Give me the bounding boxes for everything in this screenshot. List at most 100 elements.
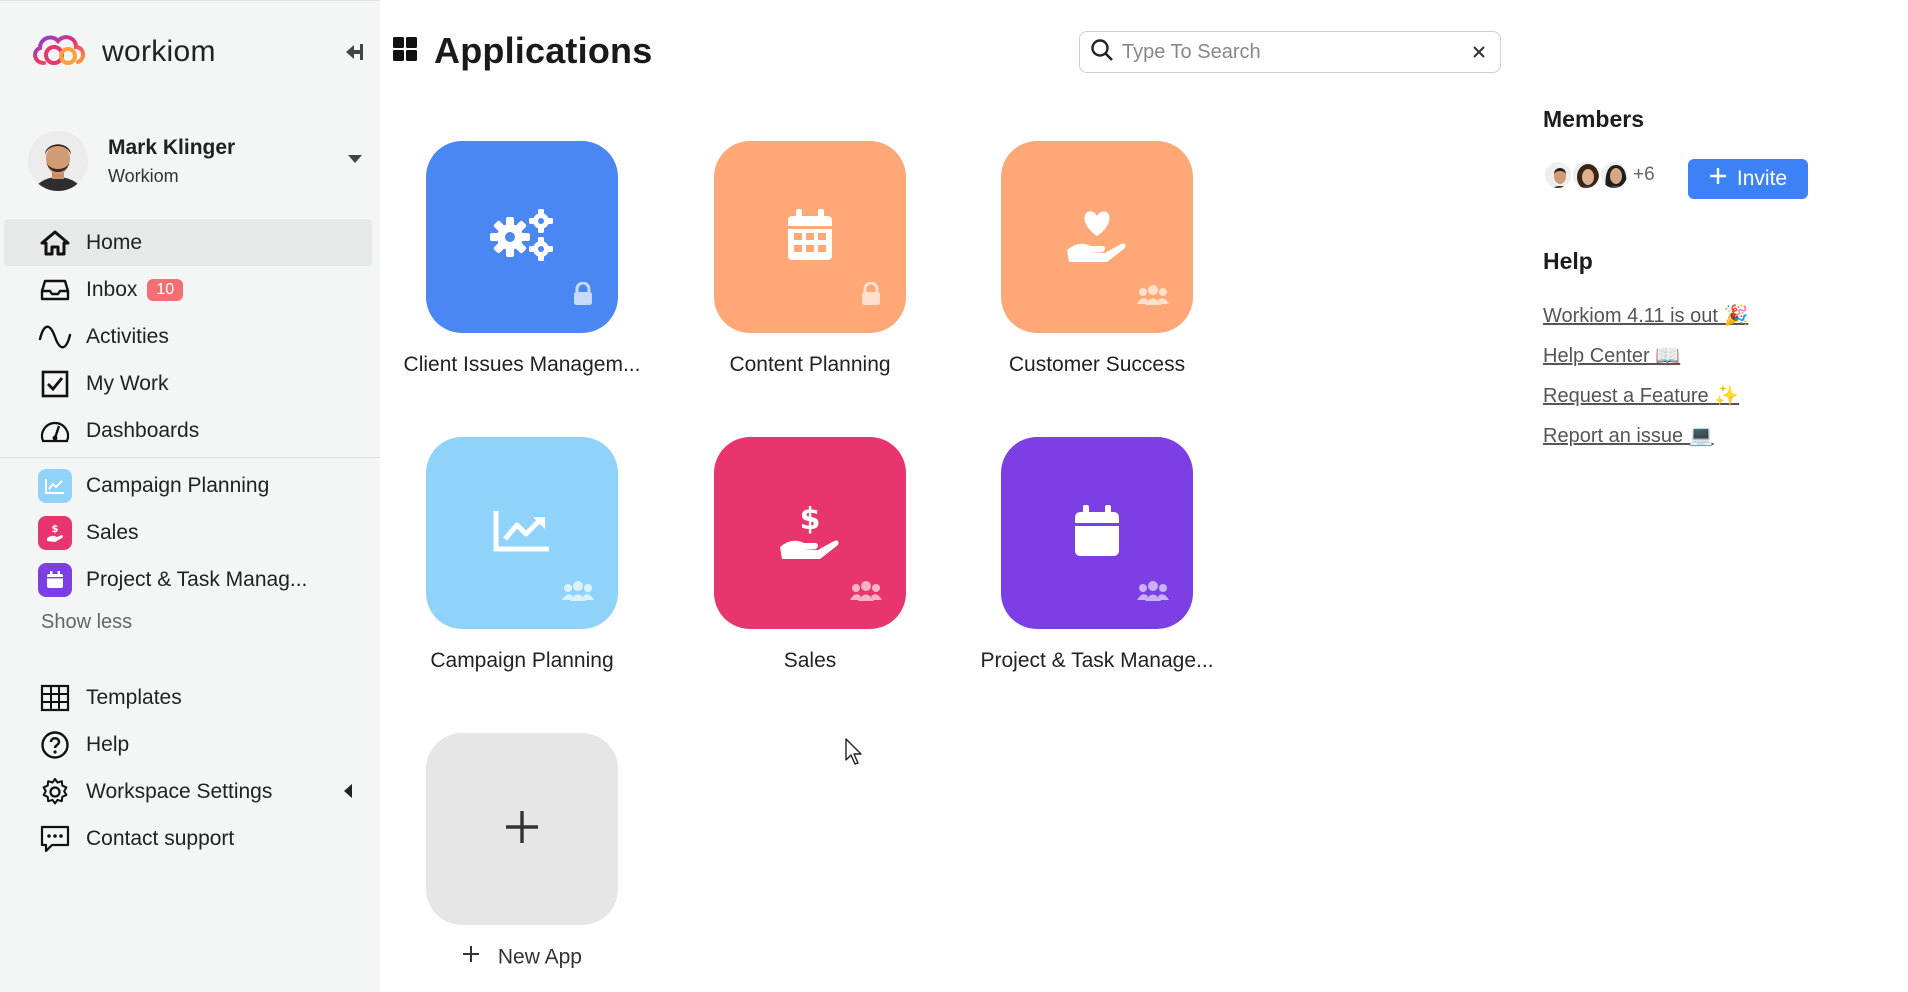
- users-icon: [1137, 284, 1169, 311]
- sidebar-item-campaign-planning[interactable]: Campaign Planning: [4, 462, 372, 509]
- sidebar-apps: Campaign Planning $ Sales Project & Task…: [4, 462, 372, 603]
- users-icon: [850, 580, 882, 607]
- sidebar-item-help[interactable]: Help: [4, 721, 372, 768]
- chat-icon: [38, 822, 72, 856]
- user-org: Workiom: [108, 165, 179, 186]
- brand[interactable]: workiom: [30, 29, 216, 74]
- sidebar-item-home[interactable]: Home: [4, 219, 372, 266]
- chevron-down-icon[interactable]: [348, 155, 362, 163]
- secondary-nav: Templates Help Workspace Settings Contac…: [4, 674, 372, 862]
- app-tile-client-issues[interactable]: Client Issues Managem...: [402, 141, 642, 377]
- help-link-help-center[interactable]: Help Center 📖: [1543, 343, 1748, 368]
- question-circle-icon: [38, 728, 72, 762]
- app-root: workiom Mark Klinger Workiom Home Inbox …: [0, 0, 1908, 992]
- svg-text:$: $: [52, 524, 59, 535]
- plus-icon: [1709, 167, 1727, 191]
- sidebar-item-dashboards[interactable]: Dashboards: [4, 407, 372, 454]
- members-more-count: +6: [1633, 164, 1655, 185]
- search-icon: [1090, 38, 1114, 67]
- calendar-blank-icon: [1073, 504, 1121, 563]
- gears-icon: [486, 207, 558, 268]
- app-tile-customer-success[interactable]: Customer Success: [977, 141, 1217, 377]
- checkbox-icon: [38, 367, 72, 401]
- sidebar-item-label: Project & Task Manag...: [86, 567, 308, 591]
- chevron-left-icon[interactable]: [344, 784, 352, 798]
- app-tile-project-task[interactable]: Project & Task Manage...: [977, 437, 1217, 673]
- new-app-label-row: New App: [402, 945, 642, 969]
- collapse-arrow-icon: [346, 44, 363, 60]
- avatar: [1599, 160, 1629, 190]
- app-tile-content-planning[interactable]: Content Planning: [690, 141, 930, 377]
- sidebar-item-workspace-settings[interactable]: Workspace Settings: [4, 768, 372, 815]
- collapse-sidebar-button[interactable]: [338, 37, 368, 67]
- app-tile-label: Client Issues Managem...: [403, 353, 641, 376]
- app-tile-campaign-planning[interactable]: Campaign Planning: [402, 437, 642, 673]
- app-tile-label: Content Planning: [729, 353, 891, 376]
- chart-trend-icon: [493, 509, 551, 558]
- sidebar-item-label: Workspace Settings: [86, 779, 273, 803]
- users-icon: [1137, 580, 1169, 607]
- avatar: [28, 131, 88, 191]
- app-tile-icon-box: [714, 141, 906, 333]
- sidebar-item-label: Activities: [86, 324, 169, 348]
- plus-icon: [462, 945, 480, 969]
- help-link-request-feature[interactable]: Request a Feature ✨: [1543, 383, 1748, 408]
- search-input[interactable]: [1122, 40, 1462, 64]
- help-title: Help: [1543, 248, 1593, 274]
- sidebar-item-contact-support[interactable]: Contact support: [4, 815, 372, 862]
- lock-icon: [572, 281, 594, 311]
- members-title: Members: [1543, 106, 1644, 132]
- user-name: Mark Klinger: [108, 135, 236, 159]
- dollar-hand-icon: $: [778, 501, 842, 566]
- avatar: [1543, 160, 1573, 190]
- app-tile-icon-box: [426, 141, 618, 333]
- app-tile-sales[interactable]: $ Sales: [690, 437, 930, 673]
- help-link-report-issue[interactable]: Report an issue 💻: [1543, 423, 1748, 448]
- page-title: Applications: [434, 30, 653, 71]
- app-tile-icon-box: [426, 437, 618, 629]
- page-header: Applications: [392, 30, 652, 72]
- svg-text:$: $: [800, 502, 821, 537]
- search-box: [1079, 31, 1501, 73]
- sidebar-item-label: Home: [86, 230, 143, 254]
- primary-nav: Home Inbox 10 Activities My Work Dashboa…: [4, 219, 372, 454]
- avatar: [1571, 160, 1601, 190]
- help-link-release-notes[interactable]: Workiom 4.11 is out 🎉: [1543, 303, 1748, 328]
- show-less-link[interactable]: Show less: [41, 611, 132, 634]
- sidebar-item-sales[interactable]: $ Sales: [4, 509, 372, 556]
- sidebar-item-label: Inbox: [86, 277, 138, 301]
- sidebar-item-templates[interactable]: Templates: [4, 674, 372, 721]
- activity-wave-icon: [38, 320, 72, 354]
- user-profile[interactable]: Mark Klinger Workiom: [28, 129, 368, 193]
- invite-button[interactable]: Invite: [1688, 159, 1808, 199]
- inbox-count-badge: 10: [147, 278, 184, 301]
- gear-icon: [38, 775, 72, 809]
- sidebar-item-project-task[interactable]: Project & Task Manag...: [4, 556, 372, 603]
- help-links: Workiom 4.11 is out 🎉 Help Center 📖 Requ…: [1543, 303, 1748, 463]
- close-icon[interactable]: [1468, 41, 1490, 63]
- mouse-cursor-icon: [845, 738, 865, 771]
- brand-name: workiom: [102, 34, 216, 68]
- sidebar-item-activities[interactable]: Activities: [4, 313, 372, 360]
- calendar-icon: [786, 208, 834, 267]
- calendar-blank-icon: [38, 562, 72, 597]
- sidebar-item-label: Templates: [86, 685, 182, 709]
- users-icon: [562, 580, 594, 607]
- lock-icon: [860, 281, 882, 311]
- sidebar-divider: [0, 457, 380, 458]
- new-app-button[interactable]: New App: [402, 733, 642, 969]
- sidebar-item-label: Contact support: [86, 826, 235, 850]
- invite-label: Invite: [1736, 167, 1788, 190]
- sidebar-item-label: My Work: [86, 371, 169, 395]
- sidebar-item-my-work[interactable]: My Work: [4, 360, 372, 407]
- new-app-label: New App: [497, 945, 582, 969]
- app-tile-label: Customer Success: [1008, 353, 1186, 376]
- chart-trend-icon: [38, 468, 72, 503]
- new-app-box: [426, 733, 618, 925]
- members-avatars[interactable]: +6: [1543, 160, 1655, 190]
- app-tile-icon-box: [1001, 141, 1193, 333]
- app-tile-label: Campaign Planning: [430, 649, 614, 672]
- apps-grid-icon: [392, 36, 418, 67]
- sidebar-item-label: Sales: [86, 520, 139, 544]
- sidebar-item-inbox[interactable]: Inbox 10: [4, 266, 372, 313]
